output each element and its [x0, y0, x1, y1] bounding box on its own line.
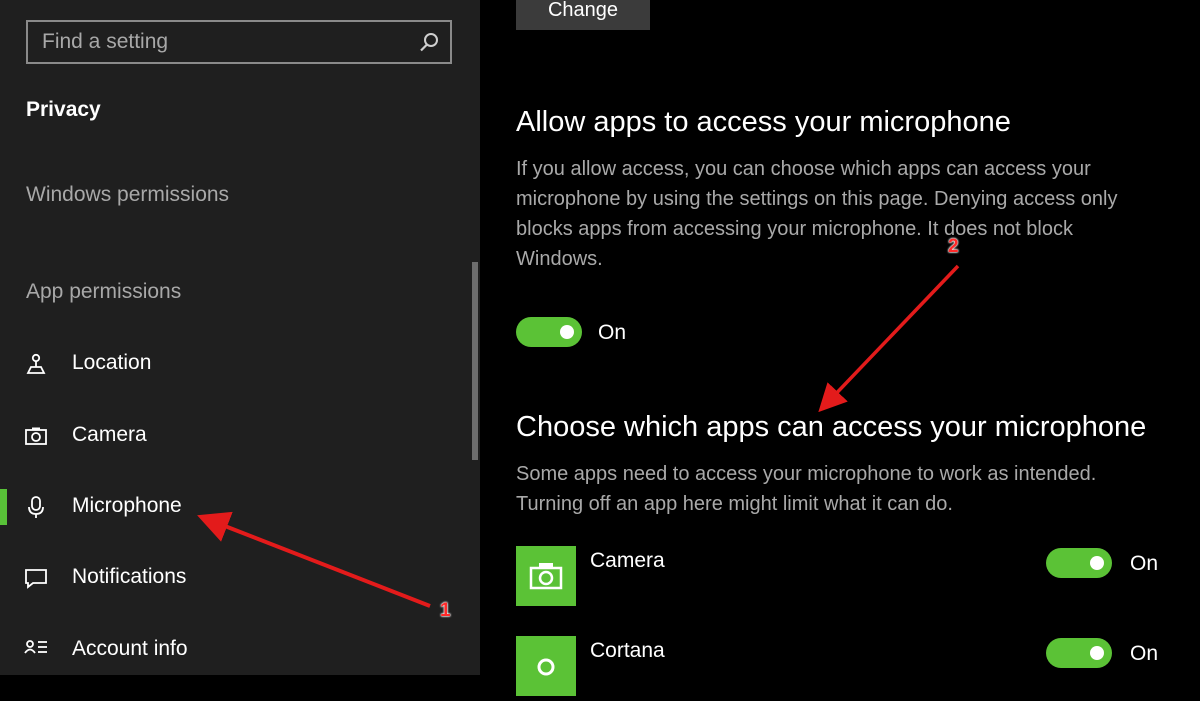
app-name: Cortana	[590, 639, 665, 662]
sidebar-scrollbar[interactable]	[472, 262, 478, 460]
camera-icon	[25, 427, 47, 445]
microphone-icon	[28, 496, 44, 518]
cortana-app-toggle-label: On	[1130, 642, 1159, 665]
toggle-knob	[560, 325, 574, 339]
group-label-app-permissions: App permissions	[26, 280, 182, 303]
toggle-knob	[1090, 556, 1104, 570]
notifications-icon	[25, 569, 47, 589]
app-row-camera: Camera On	[516, 546, 1159, 608]
annotation-marker-2: 2	[948, 236, 959, 257]
group-label-windows-permissions: Windows permissions	[26, 183, 230, 206]
allow-section-description: If you allow access, you can choose whic…	[516, 158, 1118, 270]
camera-app-toggle-label: On	[1130, 552, 1159, 575]
sidebar-item-location[interactable]: Location	[0, 336, 470, 392]
microphone-access-toggle[interactable]	[516, 317, 582, 347]
camera-app-icon	[516, 546, 576, 606]
location-icon	[26, 353, 46, 374]
section-title: Privacy	[26, 98, 101, 121]
allow-section-heading: Allow apps to access your microphone	[516, 106, 1011, 138]
search-input[interactable]	[28, 22, 422, 62]
app-row-cortana: Cortana On	[516, 636, 1159, 698]
cortana-app-icon	[516, 636, 576, 696]
sidebar-item-account-info[interactable]: Account info	[0, 622, 470, 678]
sidebar-item-label: Account info	[72, 637, 188, 660]
choose-section-description: Some apps need to access your microphone…	[516, 463, 1097, 515]
toggle-knob	[1090, 646, 1104, 660]
microphone-access-toggle-label: On	[598, 321, 627, 344]
active-indicator	[0, 489, 7, 525]
change-button[interactable]: Change	[516, 0, 650, 30]
settings-sidebar: Privacy Windows permissions App permissi…	[0, 0, 480, 675]
sidebar-item-notifications[interactable]: Notifications	[0, 550, 470, 606]
sidebar-item-microphone[interactable]: Microphone	[0, 479, 470, 535]
cortana-app-toggle[interactable]	[1046, 638, 1112, 668]
camera-app-toggle[interactable]	[1046, 548, 1112, 578]
account-info-icon	[24, 640, 47, 654]
sidebar-item-label: Camera	[72, 423, 147, 446]
sidebar-item-label: Microphone	[72, 494, 182, 517]
annotation-marker-1: 1	[440, 600, 451, 621]
app-name: Camera	[590, 549, 665, 572]
choose-section-heading: Choose which apps can access your microp…	[516, 411, 1147, 443]
sidebar-item-label: Location	[72, 351, 152, 374]
search-icon[interactable]	[418, 31, 440, 53]
search-box[interactable]	[26, 20, 452, 64]
sidebar-item-label: Notifications	[72, 565, 187, 588]
settings-main-pane: Change Allow apps to access your microph…	[480, 0, 1200, 696]
sidebar-item-camera[interactable]: Camera	[0, 408, 470, 464]
